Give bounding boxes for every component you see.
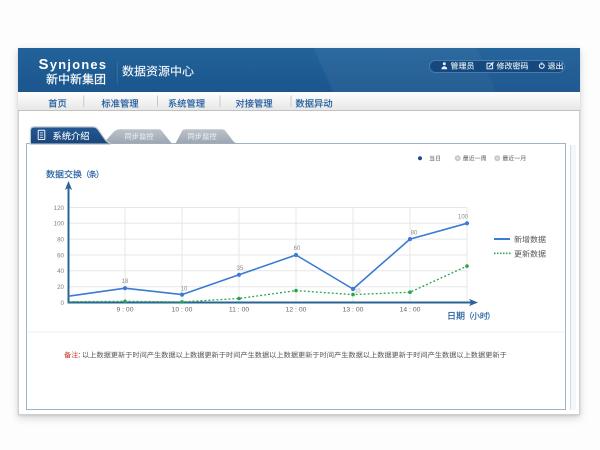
svg-text:12 : 00: 12 : 00	[286, 307, 307, 314]
svg-text:100: 100	[458, 214, 469, 220]
svg-text:0: 0	[61, 300, 65, 307]
svg-text:80: 80	[57, 236, 64, 243]
svg-text:Synjones: Synjones	[39, 56, 108, 73]
svg-text:14 : 00: 14 : 00	[400, 307, 421, 314]
svg-text:80: 80	[411, 231, 418, 237]
svg-text:35: 35	[237, 266, 244, 272]
svg-text:11 : 00: 11 : 00	[229, 307, 250, 314]
svg-text:60: 60	[57, 252, 64, 259]
svg-text:18: 18	[122, 279, 129, 285]
svg-text:10: 10	[181, 287, 188, 293]
svg-text:9 : 00: 9 : 00	[116, 307, 133, 314]
svg-text:60: 60	[294, 246, 301, 252]
svg-text:40: 40	[57, 268, 64, 275]
svg-text:10: 10	[354, 288, 360, 294]
svg-text:120: 120	[54, 205, 65, 212]
svg-text:10 : 00: 10 : 00	[172, 307, 193, 314]
svg-text:13 : 00: 13 : 00	[343, 307, 364, 314]
svg-text:100: 100	[54, 221, 65, 228]
svg-text:20: 20	[57, 284, 64, 291]
